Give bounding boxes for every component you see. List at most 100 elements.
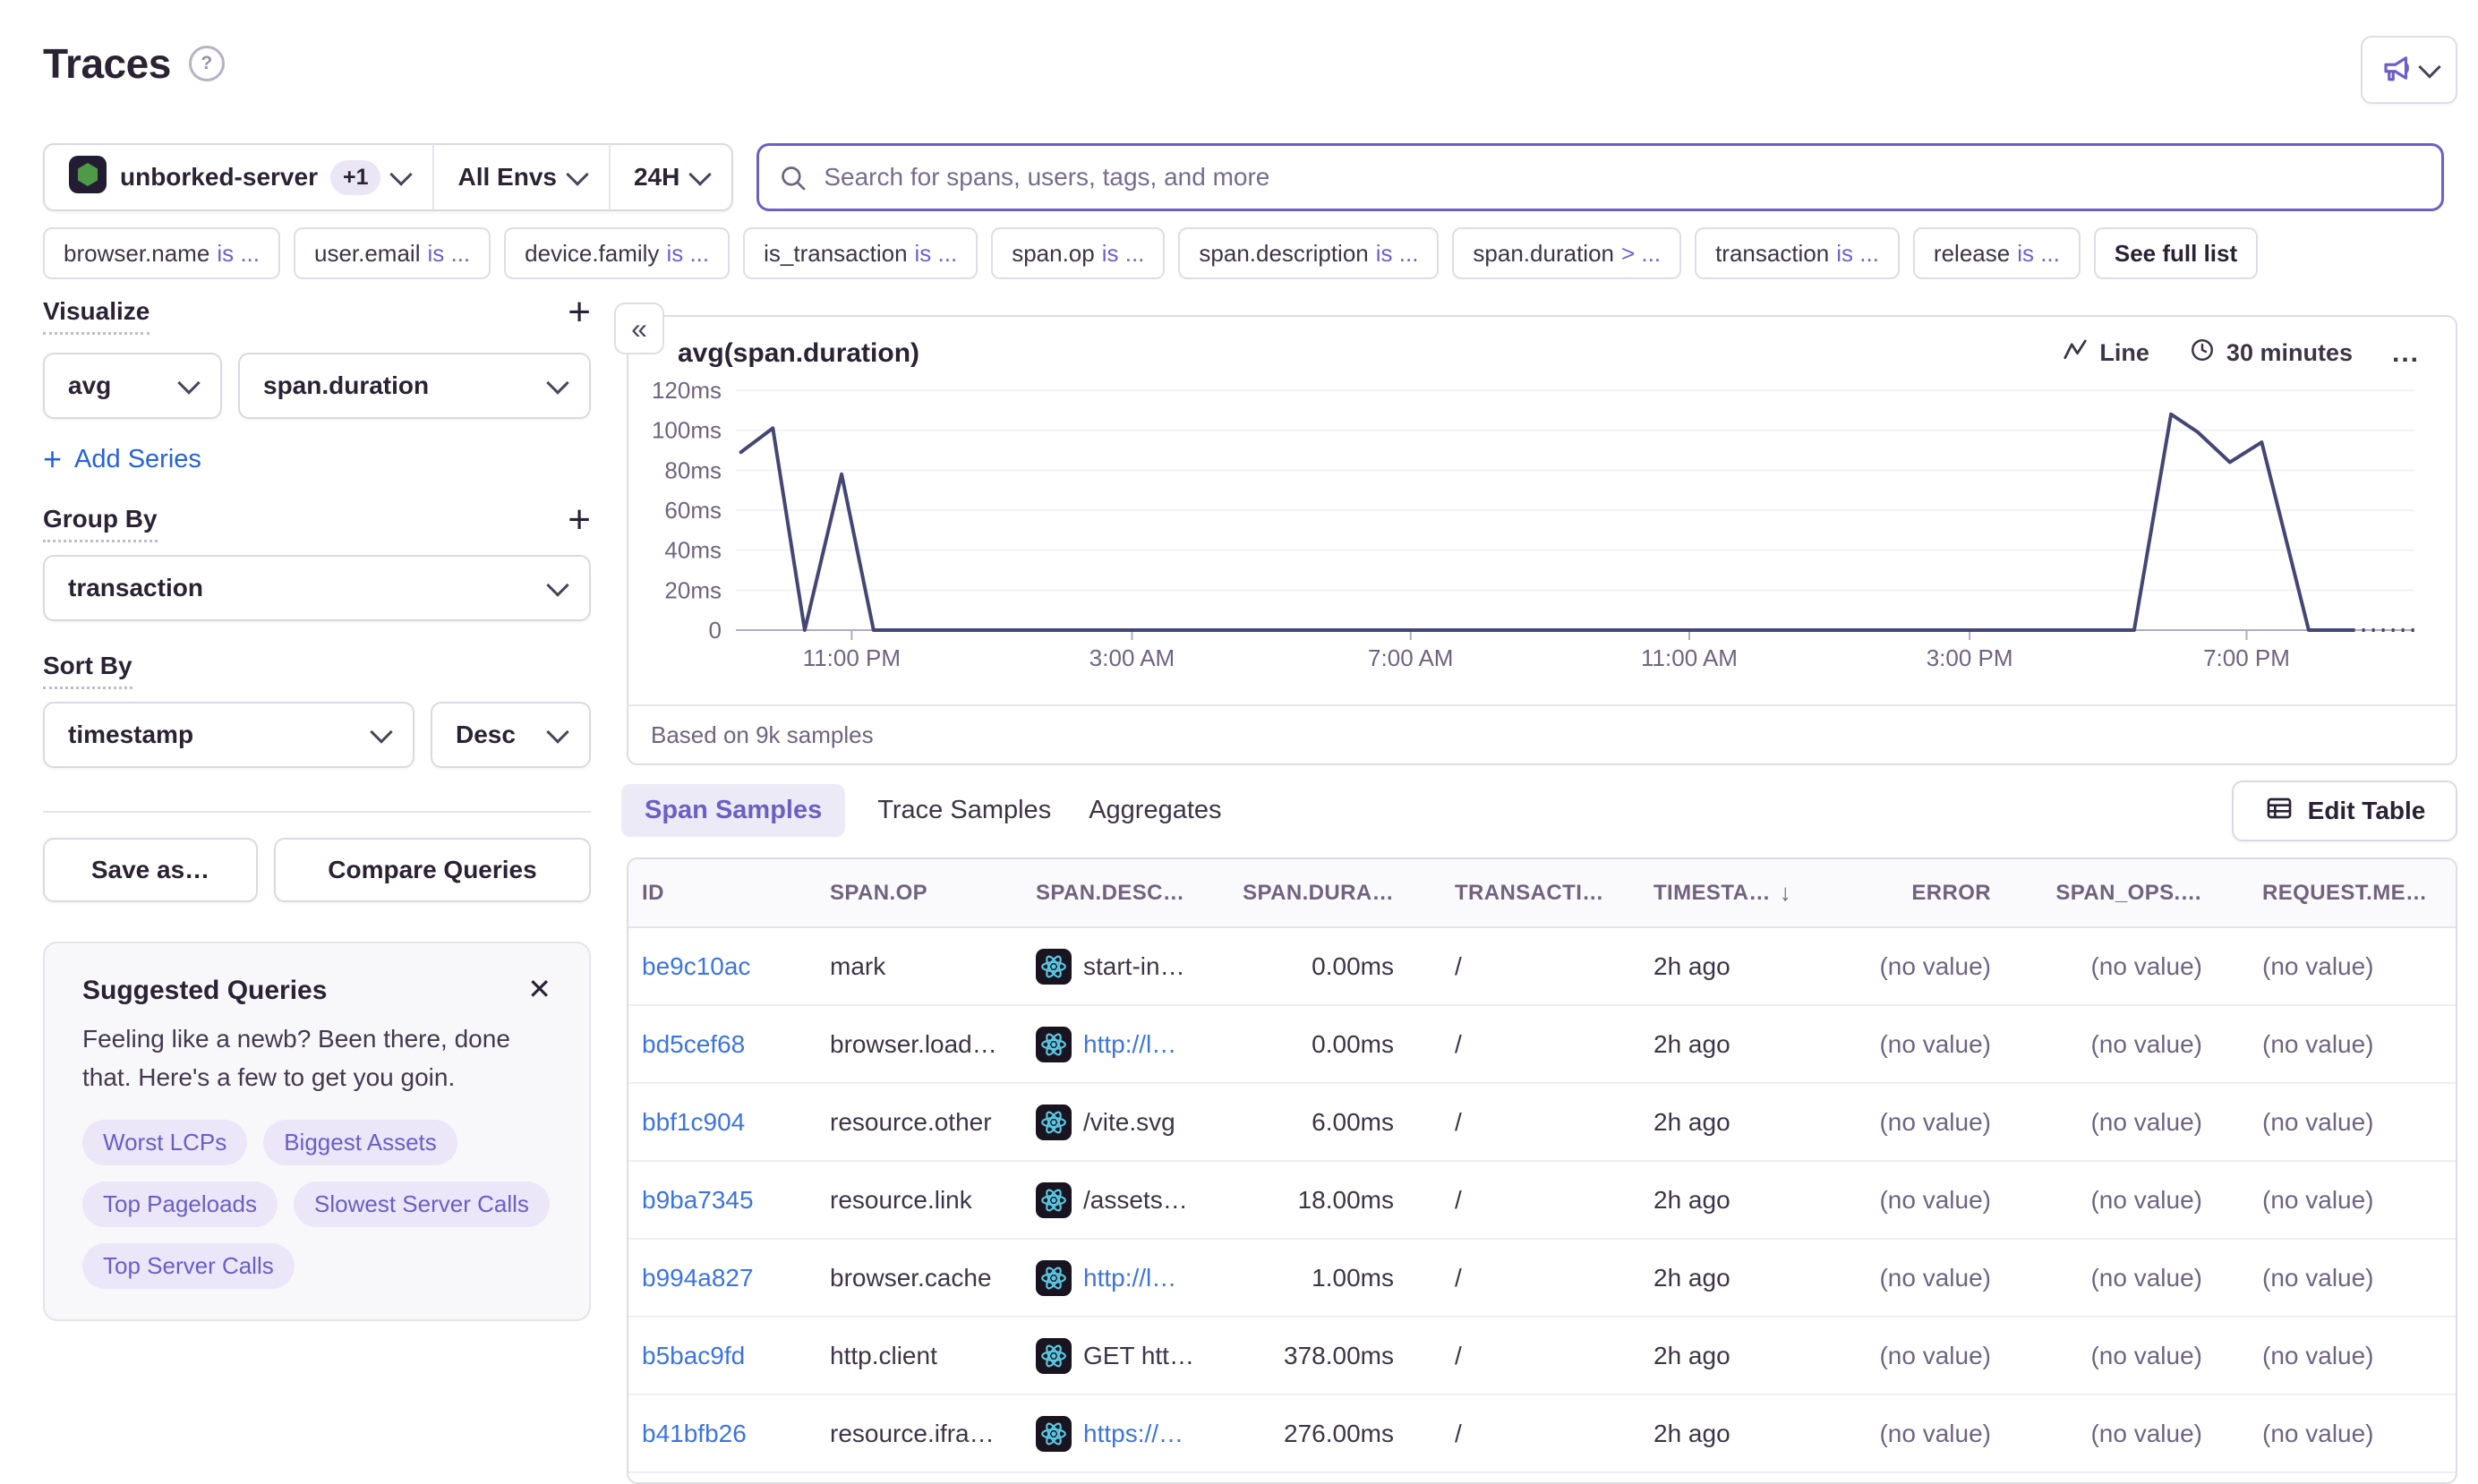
column-header-error[interactable]: ERROR (1806, 881, 1991, 906)
add-visualize-button[interactable]: + (568, 297, 591, 328)
chart-type-toggle[interactable]: Line (2062, 337, 2149, 370)
y-axis-label: 40ms (664, 537, 722, 564)
group-by-select[interactable]: transaction (43, 555, 591, 621)
chart-panel: avg(span.duration) Line 30 minutes ... (627, 315, 2457, 765)
react-icon (1036, 1182, 1072, 1218)
filter-chip[interactable]: is_transactionis ... (743, 227, 978, 279)
span-description-text: /vite.svg (1083, 1108, 1175, 1137)
span-id-link[interactable]: bbf1c904 (642, 1108, 745, 1136)
suggested-queries-card: Suggested Queries ✕ Feeling like a newb?… (43, 942, 591, 1321)
chart-more-menu-icon[interactable]: ... (2392, 338, 2420, 369)
project-selector[interactable]: unborked-server +1 (45, 145, 432, 209)
add-group-by-button[interactable]: + (568, 505, 591, 535)
table-row[interactable]: b994a827browser.cachehttp://l…1.00ms/2h … (628, 1240, 2456, 1318)
table-row[interactable]: b41bfb26resource.ifra…https://…276.00ms/… (628, 1395, 2456, 1473)
edit-table-button[interactable]: Edit Table (2232, 780, 2457, 841)
column-header-label: SPAN.DURA… (1243, 881, 1394, 906)
column-header-transacti-[interactable]: TRANSACTI… (1394, 881, 1616, 906)
table-row[interactable]: bbf1c904resource.other/vite.svg6.00ms/2h… (628, 1084, 2456, 1162)
span-id-link[interactable]: b9ba7345 (642, 1186, 754, 1214)
span-description-cell: /assets… (1036, 1182, 1246, 1218)
span-id-link[interactable]: bd5cef68 (642, 1030, 745, 1058)
span-description-link[interactable]: http://l… (1083, 1264, 1176, 1292)
filter-chip[interactable]: transactionis ... (1695, 227, 1900, 279)
suggested-query-chip[interactable]: Slowest Server Calls (294, 1181, 550, 1227)
span-description-link[interactable]: http://l… (1083, 1030, 1176, 1059)
span-id-link[interactable]: be9c10ac (642, 952, 750, 980)
chart-interval-selector[interactable]: 30 minutes (2189, 337, 2353, 370)
timestamp-value[interactable]: 2h ago (1653, 1030, 1730, 1059)
table-row[interactable]: b5bac9fdhttp.clientGET htt…378.00ms/2h a… (628, 1318, 2456, 1395)
span-description-link[interactable]: https://… (1083, 1420, 1183, 1448)
filter-chip[interactable]: span.duration> ... (1452, 227, 1681, 279)
column-header-request-me-[interactable]: REQUEST.ME… (2202, 881, 2432, 906)
filter-chip[interactable]: user.emailis ... (294, 227, 491, 279)
search-input[interactable] (756, 143, 2444, 211)
filter-chip-key: span.duration (1473, 240, 1614, 268)
timestamp-value[interactable]: 2h ago (1653, 1342, 1730, 1370)
column-header-label: TIMESTA… (1653, 881, 1771, 906)
help-icon[interactable]: ? (189, 46, 225, 81)
request-method-cell: (no value) (2202, 1420, 2432, 1448)
project-platform-icon (68, 155, 107, 200)
timestamp-value[interactable]: 2h ago (1653, 1264, 1730, 1292)
compare-queries-button[interactable]: Compare Queries (274, 838, 591, 902)
request-method-cell: (no value) (2202, 1186, 2432, 1215)
aggregate-select[interactable]: avg (43, 353, 222, 419)
span-op-cell: browser.load… (830, 1030, 1036, 1059)
timestamp-value[interactable]: 2h ago (1653, 1108, 1730, 1137)
span-duration-cell: 378.00ms (1246, 1342, 1394, 1370)
span-ops-cell: (no value) (1991, 1108, 2202, 1137)
table-row[interactable]: be9c10acmarkstart-in…0.00ms/2h ago(no va… (628, 928, 2456, 1006)
suggested-query-chip[interactable]: Top Server Calls (82, 1243, 295, 1289)
suggested-query-chip[interactable]: Worst LCPs (82, 1120, 247, 1165)
filter-chip[interactable]: span.descriptionis ... (1178, 227, 1439, 279)
span-id-link[interactable]: b5bac9fd (642, 1342, 745, 1369)
timestamp-cell: 2h ago (1616, 1186, 1806, 1215)
tab-aggregates[interactable]: Aggregates (1083, 784, 1226, 837)
filter-chip[interactable]: browser.nameis ... (43, 227, 280, 279)
column-header-span-dura-[interactable]: SPAN.DURA… (1246, 881, 1394, 906)
span-ops-cell: (no value) (1991, 1030, 2202, 1059)
filter-chip[interactable]: span.opis ... (991, 227, 1165, 279)
sort-direction-select[interactable]: Desc (431, 702, 591, 768)
see-full-list-button[interactable]: See full list (2094, 227, 2258, 279)
request-method-cell: (no value) (2202, 1030, 2432, 1059)
collapse-sidebar-button[interactable]: « (614, 303, 664, 354)
save-as-button[interactable]: Save as… (43, 838, 258, 902)
whats-new-button[interactable] (2361, 36, 2457, 104)
span-id-cell: b5bac9fd (642, 1342, 830, 1370)
project-extra-badge: +1 (330, 160, 381, 195)
span-id-cell: bd5cef68 (642, 1030, 830, 1059)
column-header-span-ops-[interactable]: SPAN_OPS.… (1991, 881, 2202, 906)
field-select[interactable]: span.duration (238, 353, 591, 419)
tab-span-samples[interactable]: Span Samples (621, 784, 845, 837)
filter-chip[interactable]: releaseis ... (1913, 227, 2081, 279)
timestamp-value[interactable]: 2h ago (1653, 1186, 1730, 1215)
column-header-span-desc-[interactable]: SPAN.DESC… (1036, 881, 1246, 906)
environment-selector[interactable]: All Envs (434, 145, 608, 209)
suggested-query-chip[interactable]: Biggest Assets (263, 1120, 457, 1165)
close-icon[interactable]: ✕ (527, 976, 551, 1002)
date-range-selector[interactable]: 24H (611, 145, 731, 209)
span-id-link[interactable]: b41bfb26 (642, 1420, 747, 1447)
sort-direction-value: Desc (456, 721, 516, 749)
timestamp-value[interactable]: 2h ago (1653, 952, 1730, 981)
table-row[interactable]: b9ba7345resource.link/assets…18.00ms/2h … (628, 1162, 2456, 1240)
table-row[interactable]: bd5cef68browser.load…http://l…0.00ms/2h … (628, 1006, 2456, 1084)
tab-trace-samples[interactable]: Trace Samples (872, 784, 1056, 837)
timestamp-value[interactable]: 2h ago (1653, 1420, 1730, 1448)
filter-chip-op: is ... (915, 240, 958, 268)
filter-chip[interactable]: device.familyis ... (504, 227, 730, 279)
column-header-id[interactable]: ID (642, 881, 830, 906)
sort-field-select[interactable]: timestamp (43, 702, 414, 768)
span-id-link[interactable]: b994a827 (642, 1264, 754, 1292)
duration-line-chart: 120ms100ms80ms60ms40ms20ms011:00 PM3:00 … (628, 381, 2459, 677)
suggested-query-chip[interactable]: Top Pageloads (82, 1181, 278, 1227)
column-header-timesta-[interactable]: TIMESTA…↓ (1616, 879, 1806, 907)
add-series-button[interactable]: + Add Series (43, 440, 591, 478)
timestamp-cell: 2h ago (1616, 1420, 1806, 1448)
column-header-span-op[interactable]: SPAN.OP (830, 881, 1036, 906)
span-op-cell: http.client (830, 1342, 1036, 1370)
y-axis-label: 60ms (664, 497, 722, 524)
